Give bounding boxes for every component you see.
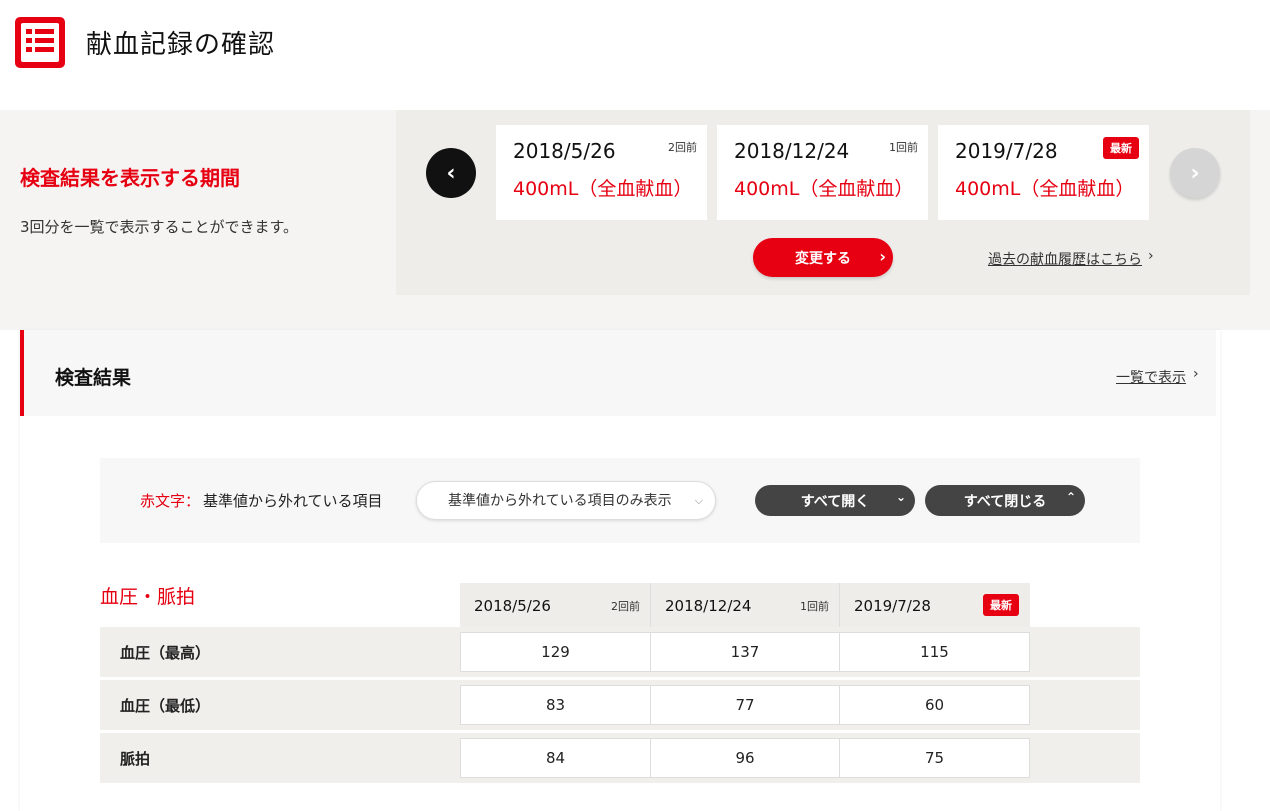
donation-tag: 2回前 bbox=[668, 141, 697, 154]
chevron-right-icon: › bbox=[1190, 160, 1200, 186]
chevron-right-icon: › bbox=[1148, 248, 1154, 264]
row-label: 血圧（最低） bbox=[120, 697, 211, 715]
open-all-button[interactable]: すべて開く ⌄ bbox=[755, 485, 915, 516]
bp-section-title: 血圧・脈拍 bbox=[100, 586, 196, 608]
next-period-button[interactable]: › bbox=[1170, 148, 1220, 198]
row-label: 脈拍 bbox=[120, 750, 151, 768]
filter-select-value: 基準値から外れている項目のみ表示 bbox=[448, 493, 672, 509]
column-date: 2019/7/28 bbox=[854, 597, 931, 615]
donation-date: 2018/5/26 bbox=[513, 139, 616, 163]
table-cell: 96 bbox=[650, 738, 840, 778]
table-column-header: 2018/12/24 1回前 bbox=[651, 583, 839, 627]
list-icon bbox=[15, 17, 65, 68]
chevron-left-icon: ‹ bbox=[446, 160, 456, 186]
list-view-link[interactable]: 一覧で表示 bbox=[1116, 367, 1186, 387]
change-button-label: 変更する bbox=[795, 250, 851, 267]
history-link[interactable]: 過去の献血履歴はこちら bbox=[988, 249, 1142, 269]
table-cell: 60 bbox=[839, 685, 1030, 725]
latest-badge: 最新 bbox=[983, 594, 1019, 616]
period-title: 検査結果を表示する期間 bbox=[20, 166, 240, 190]
donation-amount: 400mL（全血献血） bbox=[513, 178, 693, 200]
close-all-label: すべて閉じる bbox=[963, 493, 1047, 510]
table-cell: 115 bbox=[839, 632, 1030, 672]
results-title: 検査結果 bbox=[55, 367, 132, 389]
table-column-header: 2018/5/26 2回前 bbox=[460, 583, 650, 627]
donation-tag: 1回前 bbox=[889, 141, 918, 154]
donation-amount: 400mL（全血献血） bbox=[955, 178, 1135, 200]
donation-date: 2019/7/28 bbox=[955, 139, 1058, 163]
close-all-button[interactable]: すべて閉じる ⌃ bbox=[925, 485, 1085, 516]
legend-text: 基準値から外れている項目 bbox=[203, 492, 383, 510]
donation-card[interactable]: 2019/7/28 最新 400mL（全血献血） bbox=[938, 125, 1149, 220]
open-all-label: すべて開く bbox=[800, 493, 870, 510]
table-cell: 84 bbox=[460, 738, 651, 778]
donation-amount: 400mL（全血献血） bbox=[734, 178, 914, 200]
legend-red-label: 赤文字： bbox=[140, 492, 201, 510]
donation-card[interactable]: 2018/12/24 1回前 400mL（全血献血） bbox=[717, 125, 928, 220]
results-header bbox=[20, 330, 1216, 416]
column-tag: 1回前 bbox=[800, 600, 829, 613]
table-row: 脈拍 84 96 75 bbox=[100, 733, 1140, 783]
table-cell: 129 bbox=[460, 632, 651, 672]
table-row: 血圧（最低） 83 77 60 bbox=[100, 680, 1140, 730]
row-label: 血圧（最高） bbox=[120, 644, 211, 662]
prev-period-button[interactable]: ‹ bbox=[426, 148, 476, 198]
column-tag: 2回前 bbox=[611, 600, 640, 613]
chevron-up-icon: ⌃ bbox=[1065, 490, 1076, 504]
out-of-range-filter-select[interactable]: 基準値から外れている項目のみ表示 ⌵ bbox=[416, 481, 716, 520]
column-date: 2018/5/26 bbox=[474, 597, 551, 615]
table-column-header: 2019/7/28 最新 bbox=[840, 583, 1030, 627]
column-date: 2018/12/24 bbox=[665, 597, 752, 615]
donation-card[interactable]: 2018/5/26 2回前 400mL（全血献血） bbox=[496, 125, 707, 220]
page-title: 献血記録の確認 bbox=[86, 30, 276, 60]
period-description: 3回分を一覧で表示することができます。 bbox=[20, 218, 299, 236]
table-cell: 75 bbox=[839, 738, 1030, 778]
table-cell: 83 bbox=[460, 685, 651, 725]
donation-date: 2018/12/24 bbox=[734, 139, 850, 163]
table-cell: 77 bbox=[650, 685, 840, 725]
chevron-down-icon: ⌵ bbox=[694, 494, 703, 507]
table-cell: 137 bbox=[650, 632, 840, 672]
chevron-down-icon: ⌄ bbox=[895, 490, 906, 504]
change-period-button[interactable]: 変更する › bbox=[753, 238, 893, 277]
latest-badge: 最新 bbox=[1103, 137, 1139, 159]
table-row: 血圧（最高） 129 137 115 bbox=[100, 627, 1140, 677]
chevron-right-icon: › bbox=[1193, 366, 1199, 382]
chevron-right-icon: › bbox=[879, 247, 886, 266]
